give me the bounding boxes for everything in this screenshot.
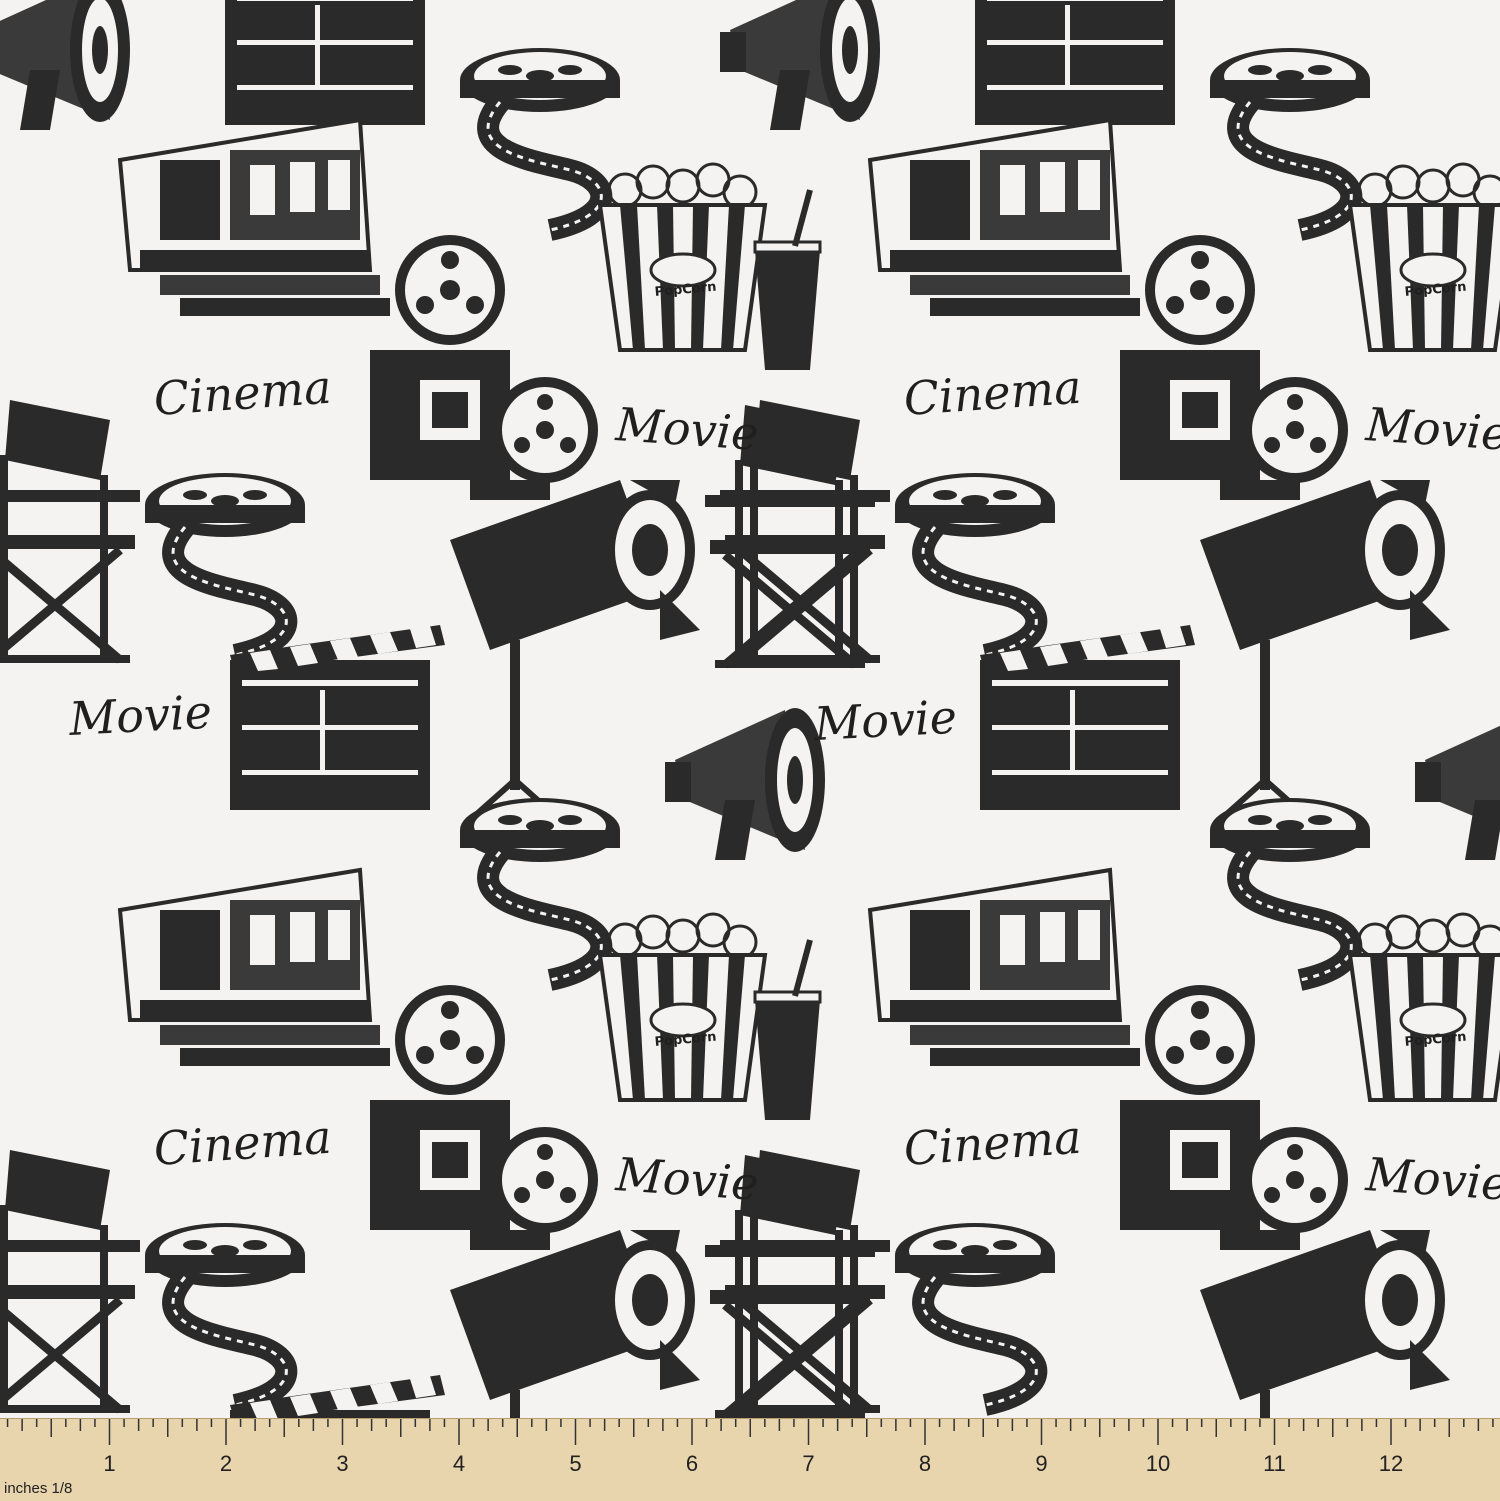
ruler-number: 12	[1379, 1451, 1403, 1476]
spotlight-icon	[450, 480, 700, 820]
popcorn-icon	[600, 164, 820, 370]
megaphone-icon	[1415, 708, 1500, 860]
movie-word: Movie	[812, 690, 958, 751]
megaphone-icon	[720, 0, 880, 130]
film-reel-icon	[460, 798, 620, 980]
clapperboard-icon	[225, 0, 440, 125]
film-projector-icon	[1120, 990, 1343, 1250]
director-chair-icon	[0, 1150, 140, 1413]
film-reel-icon	[895, 473, 1055, 655]
clapperboard-icon	[975, 0, 1190, 125]
film-reel-icon	[145, 473, 305, 655]
ruler-unit-label: inches 1/8	[4, 1480, 72, 1497]
cinema-hall-icon	[868, 118, 1142, 318]
ruler-number: 9	[1035, 1451, 1047, 1476]
ruler-ticks	[6, 1419, 1494, 1445]
film-reel-icon	[460, 48, 620, 230]
cinema-hall-icon	[118, 118, 392, 318]
ruler-numbers: 1234567891011121	[103, 1451, 1403, 1476]
ruler-number: 2	[220, 1451, 232, 1476]
fabric-pattern: Cinema Movie Movie Movie PopCorn Cinema …	[0, 0, 1500, 1418]
film-projector-icon	[370, 990, 593, 1250]
ruler-number: 8	[919, 1451, 931, 1476]
ruler-number: 3	[336, 1451, 348, 1476]
film-reel-icon	[895, 1223, 1055, 1405]
ruler-number: 5	[569, 1451, 581, 1476]
director-chair-icon	[0, 400, 140, 663]
clapperboard-icon	[230, 625, 445, 810]
popcorn-icon	[1350, 164, 1500, 370]
movie-word: Movie	[1363, 1147, 1500, 1211]
megaphone-icon	[665, 708, 825, 860]
pattern-tile-d: Cinema Movie PopCorn	[720, 798, 1500, 1418]
popcorn-icon	[1350, 914, 1500, 1120]
film-reel-icon	[145, 1223, 305, 1405]
movie-word: Movie	[613, 1147, 760, 1211]
cinema-hall-icon	[868, 868, 1142, 1068]
spotlight-icon	[450, 1230, 700, 1418]
cinema-word: Cinema	[152, 360, 333, 426]
film-projector-icon	[1120, 240, 1343, 500]
cinema-word: Cinema	[152, 1110, 333, 1176]
ruler-number: 10	[1146, 1451, 1170, 1476]
film-reel-icon	[1210, 48, 1370, 230]
clapperboard-icon	[980, 625, 1195, 810]
cinema-word: Cinema	[902, 1110, 1083, 1176]
pattern-tile-c: Cinema Movie PopCorn	[0, 798, 875, 1418]
ruler-number: 6	[686, 1451, 698, 1476]
ruler-number: 7	[802, 1451, 814, 1476]
ruler-number: 4	[453, 1451, 465, 1476]
cinema-hall-icon	[118, 868, 392, 1068]
megaphone-icon	[0, 0, 130, 130]
film-reel-icon	[1210, 798, 1370, 980]
ruler-number: 1	[103, 1451, 115, 1476]
measuring-ruler: 1234567891011121 inches 1/8	[0, 1418, 1500, 1501]
spotlight-icon	[1200, 1230, 1450, 1418]
spotlight-icon	[1200, 480, 1450, 820]
cinema-word: Cinema	[902, 360, 1083, 426]
ruler-number: 11	[1263, 1451, 1286, 1476]
movie-word: Movie	[613, 397, 760, 461]
film-projector-icon	[370, 240, 593, 500]
movie-word: Movie	[67, 685, 213, 746]
popcorn-icon	[600, 914, 820, 1120]
movie-word: Movie	[1363, 397, 1500, 461]
